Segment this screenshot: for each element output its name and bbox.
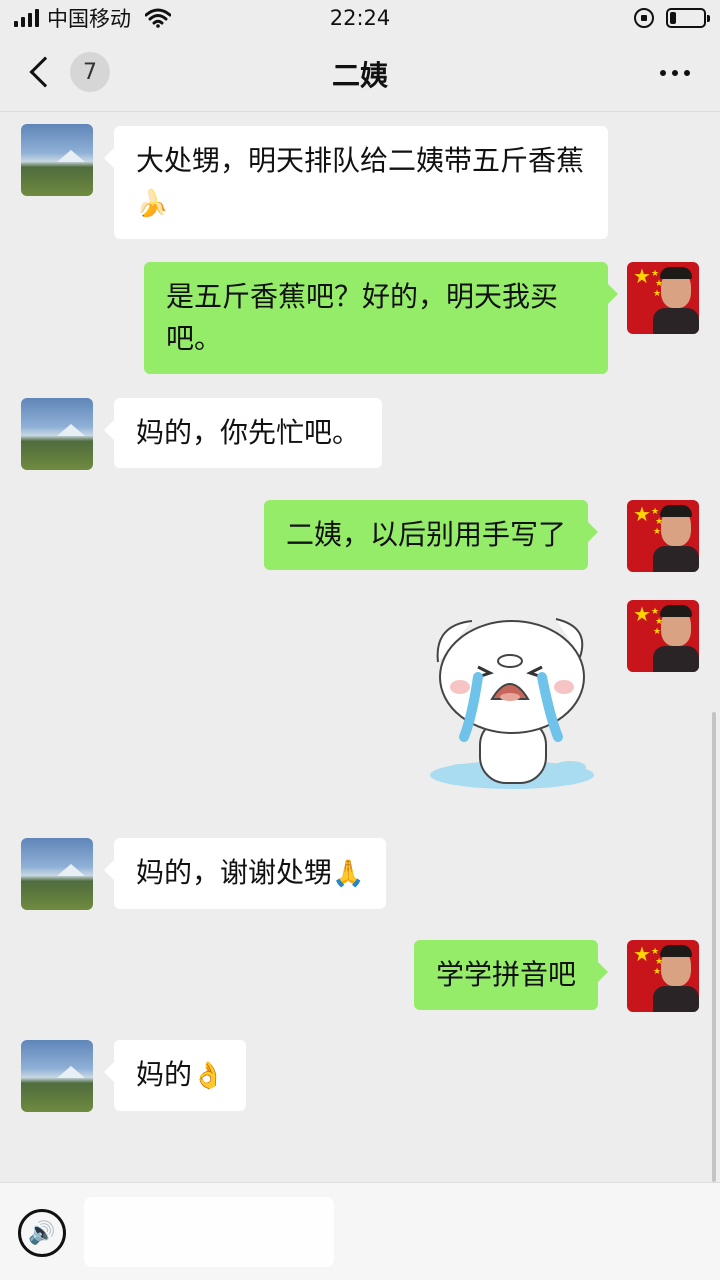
voice-button[interactable]: 🔊	[18, 1209, 66, 1257]
message-text: 妈的，你先忙吧。	[136, 416, 361, 449]
back-button[interactable]: 7	[24, 52, 110, 92]
message-text: 妈的	[136, 1058, 193, 1091]
message-bubble-incoming[interactable]: 大处甥，明天排队给二姨带五斤香蕉 🍌	[104, 126, 608, 239]
status-bar: 中国移动 22:24	[0, 0, 720, 36]
rotation-lock-icon	[634, 8, 654, 28]
message-bubble-incoming[interactable]: 妈的，你先忙吧。	[103, 398, 383, 468]
voice-icon: 🔊	[28, 1220, 56, 1246]
more-dot	[684, 70, 690, 76]
chevron-left-icon	[29, 56, 61, 88]
praying-hands-emoji: 🙏	[332, 859, 365, 889]
status-right	[634, 8, 710, 28]
more-dot	[672, 70, 678, 76]
unread-count-badge: 7	[70, 52, 110, 92]
wifi-icon	[145, 8, 171, 28]
crying-pig-sticker[interactable]	[420, 607, 610, 807]
aunt-avatar[interactable]	[21, 398, 93, 470]
my-avatar[interactable]: ★ ★ ★ ★	[627, 940, 699, 1012]
carrier-label: 中国移动	[47, 7, 131, 31]
message-text: 是五斤香蕉吧？好的，明天我买吧。	[166, 280, 559, 355]
more-button[interactable]	[660, 70, 690, 76]
message-input[interactable]	[84, 1197, 334, 1267]
ok-hand-emoji: 👌	[192, 1061, 225, 1091]
aunt-avatar[interactable]	[21, 1040, 93, 1112]
battery-icon	[666, 8, 710, 28]
battery-level	[670, 12, 677, 24]
message-text: 学学拼音吧	[436, 958, 577, 991]
message-bubble-outgoing[interactable]: 学学拼音吧	[414, 940, 609, 1010]
message-text: 大处甥，明天排队给二姨带五斤香蕉	[136, 144, 585, 177]
scrollbar[interactable]	[712, 712, 716, 1182]
status-left: 中国移动	[14, 3, 171, 33]
message-bubble-outgoing[interactable]: 二姨，以后别用手写了	[264, 500, 599, 570]
message-text: 妈的，谢谢处甥	[136, 856, 333, 889]
aunt-avatar[interactable]	[21, 124, 93, 196]
my-avatar[interactable]: ★ ★ ★ ★	[627, 262, 699, 334]
aunt-avatar[interactable]	[21, 838, 93, 910]
signal-icon	[14, 9, 39, 27]
input-bar: 🔊	[0, 1182, 720, 1280]
chat-title: 二姨	[331, 58, 388, 92]
my-avatar[interactable]: ★ ★ ★ ★	[627, 600, 699, 672]
my-avatar[interactable]: ★ ★ ★ ★	[627, 500, 699, 572]
message-text: 二姨，以后别用手写了	[286, 518, 567, 551]
message-bubble-incoming[interactable]: 妈的，谢谢处甥🙏	[103, 838, 387, 909]
message-list[interactable]: 大处甥，明天排队给二姨带五斤香蕉🍌 是五斤香蕉吧？好的，明天我买吧。 ★ ★ ★ ★ …	[0, 112, 720, 1182]
message-bubble-incoming[interactable]: 妈的👌	[103, 1040, 247, 1111]
banana-emoji: 🍌	[136, 189, 169, 219]
more-dots-icon	[660, 70, 666, 76]
chat-header: 7 二姨	[0, 36, 720, 112]
message-bubble-outgoing[interactable]: 是五斤香蕉吧？好的，明天我买吧。	[144, 262, 618, 374]
